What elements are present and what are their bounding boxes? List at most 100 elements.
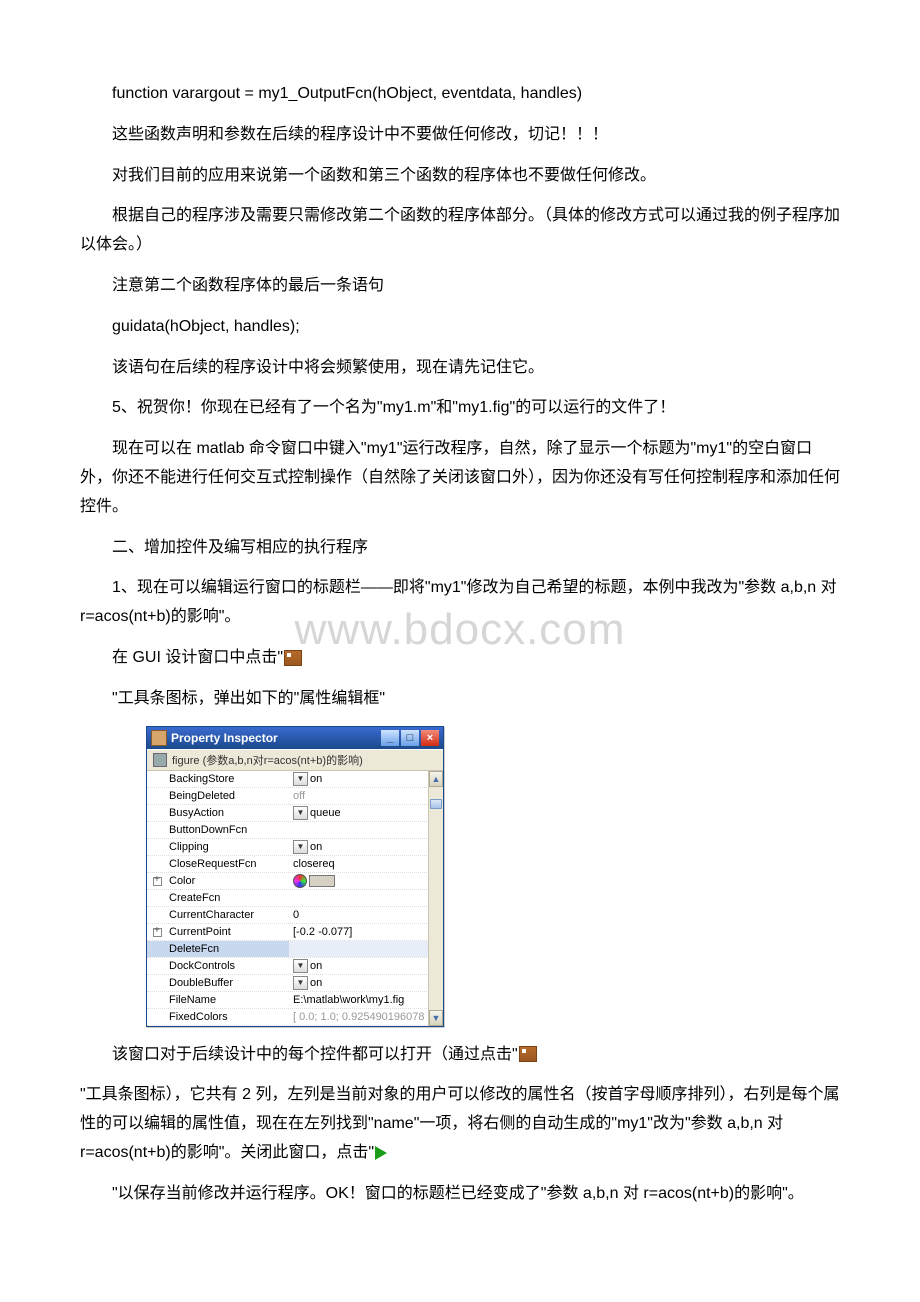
color-picker-icon[interactable]: [293, 874, 307, 888]
paragraph: 该语句在后续的程序设计中将会频繁使用，现在请先记住它。: [80, 354, 840, 383]
property-name: BeingDeleted: [147, 788, 289, 804]
property-name: CurrentCharacter: [147, 907, 289, 923]
property-name: CurrentPoint: [147, 924, 289, 940]
paragraph: 对我们目前的应用来说第一个函数和第三个函数的程序体也不要做任何修改。: [80, 162, 840, 191]
property-name: Clipping: [147, 839, 289, 855]
property-name: DeleteFcn: [147, 941, 289, 957]
paragraph: 在 GUI 设计窗口中点击": [80, 644, 840, 673]
figure-icon: [153, 753, 167, 767]
property-inspector-window: Property Inspector _ □ × figure (参数a,b,n…: [146, 726, 444, 1027]
paragraph: 5、祝贺你！你现在已经有了一个名为"my1.m"和"my1.fig"的可以运行的…: [80, 394, 840, 423]
vertical-scrollbar[interactable]: ▲ ▼: [428, 771, 443, 1026]
inspector-body: BackingStore on BeingDeleted off BusyAction q…: [147, 771, 443, 1026]
dropdown-button[interactable]: [293, 806, 308, 820]
property-value-text: on: [310, 839, 322, 855]
dropdown-button[interactable]: [293, 959, 308, 973]
property-value[interactable]: queue: [289, 805, 429, 821]
dropdown-button[interactable]: [293, 840, 308, 854]
paragraph: 该窗口对于后续设计中的每个控件都可以打开（通过点击": [80, 1041, 840, 1070]
dropdown-button[interactable]: [293, 976, 308, 990]
properties-icon: [519, 1046, 537, 1062]
property-name: FileName: [147, 992, 289, 1008]
paragraph: guidata(hObject, handles);: [80, 313, 840, 342]
text-fragment: 该窗口对于后续设计中的每个控件都可以打开（通过点击": [112, 1046, 518, 1063]
window-titlebar[interactable]: Property Inspector _ □ ×: [147, 727, 443, 749]
property-value[interactable]: on: [289, 958, 429, 974]
property-row[interactable]: FileNameE:\matlab\work\my1.fig: [147, 992, 429, 1009]
scroll-down-button[interactable]: ▼: [429, 1010, 443, 1026]
property-value[interactable]: [289, 941, 429, 957]
text-fragment: 在 GUI 设计窗口中点击": [112, 649, 283, 666]
property-value-text: E:\matlab\work\my1.fig: [293, 992, 404, 1008]
window-app-icon: [151, 730, 167, 746]
window-minimize-button[interactable]: _: [381, 730, 399, 746]
property-value[interactable]: [289, 873, 429, 889]
properties-icon: [284, 650, 302, 666]
property-value[interactable]: on: [289, 975, 429, 991]
property-row[interactable]: BeingDeleted off: [147, 788, 429, 805]
property-value-text: 0: [293, 907, 299, 923]
property-value[interactable]: [289, 890, 429, 906]
window-maximize-button[interactable]: □: [401, 730, 419, 746]
paragraph: "工具条图标），它共有 2 列，左列是当前对象的用户可以修改的属性名（按首字母顺…: [80, 1081, 840, 1167]
inspector-object-label: figure (参数a,b,n对r=acos(nt+b)的影响): [172, 752, 363, 768]
scroll-up-button[interactable]: ▲: [429, 771, 443, 787]
property-value[interactable]: on: [289, 771, 429, 787]
dropdown-button[interactable]: [293, 772, 308, 786]
scroll-track[interactable]: [429, 786, 443, 1011]
property-value[interactable]: [-0.2 -0.077]: [289, 924, 429, 940]
property-name: FixedColors: [147, 1009, 289, 1025]
property-table: BackingStore on BeingDeleted off BusyAction q…: [147, 771, 429, 1026]
property-value-text: queue: [310, 805, 341, 821]
property-value-text: on: [310, 975, 322, 991]
paragraph: 现在可以在 matlab 命令窗口中键入"my1"运行改程序，自然，除了显示一个…: [80, 435, 840, 521]
paragraph: 1、现在可以编辑运行窗口的标题栏——即将"my1"修改为自己希望的标题，本例中我…: [80, 574, 840, 632]
paragraph: 注意第二个函数程序体的最后一条语句: [80, 272, 840, 301]
property-name: Color: [147, 873, 289, 889]
property-name: BusyAction: [147, 805, 289, 821]
property-value-text: [-0.2 -0.077]: [293, 924, 352, 940]
property-row[interactable]: CurrentPoint[-0.2 -0.077]: [147, 924, 429, 941]
scroll-thumb[interactable]: [430, 799, 442, 809]
property-value-text: closereq: [293, 856, 335, 872]
property-row[interactable]: BackingStore on: [147, 771, 429, 788]
paragraph: 二、增加控件及编写相应的执行程序: [80, 534, 840, 563]
document-content: function varargout = my1_OutputFcn(hObje…: [80, 80, 840, 1209]
property-row[interactable]: DockControlson: [147, 958, 429, 975]
property-value[interactable]: 0: [289, 907, 429, 923]
property-row[interactable]: DoubleBuffer on: [147, 975, 429, 992]
property-value-text: on: [310, 771, 322, 787]
property-row[interactable]: Clipping on: [147, 839, 429, 856]
property-value-text: [ 0.0; 1.0; 0.925490196078: [293, 1009, 425, 1025]
paragraph: "工具条图标，弹出如下的"属性编辑框": [80, 685, 840, 714]
property-row[interactable]: FixedColors[ 0.0; 1.0; 0.925490196078: [147, 1009, 429, 1026]
property-value[interactable]: [ 0.0; 1.0; 0.925490196078: [289, 1009, 429, 1025]
property-name: ButtonDownFcn: [147, 822, 289, 838]
property-row[interactable]: CurrentCharacter0: [147, 907, 429, 924]
run-icon: [375, 1146, 387, 1160]
color-swatch[interactable]: [309, 875, 335, 887]
property-row[interactable]: Color: [147, 873, 429, 890]
window-close-button[interactable]: ×: [421, 730, 439, 746]
property-value[interactable]: off: [289, 788, 429, 804]
property-row[interactable]: BusyAction queue: [147, 805, 429, 822]
property-name: BackingStore: [147, 771, 289, 787]
property-value[interactable]: [289, 822, 429, 838]
property-name: CloseRequestFcn: [147, 856, 289, 872]
window-title: Property Inspector: [171, 731, 379, 745]
property-value[interactable]: closereq: [289, 856, 429, 872]
paragraph: function varargout = my1_OutputFcn(hObje…: [80, 80, 840, 109]
paragraph: "以保存当前修改并运行程序。OK！窗口的标题栏已经变成了"参数 a,b,n 对 …: [80, 1180, 840, 1209]
property-name: CreateFcn: [147, 890, 289, 906]
property-value[interactable]: E:\matlab\work\my1.fig: [289, 992, 429, 1008]
inspector-object-bar[interactable]: figure (参数a,b,n对r=acos(nt+b)的影响): [147, 749, 443, 771]
property-row[interactable]: CloseRequestFcnclosereq: [147, 856, 429, 873]
property-row[interactable]: ButtonDownFcn: [147, 822, 429, 839]
property-row[interactable]: CreateFcn: [147, 890, 429, 907]
text-fragment: "工具条图标），它共有 2 列，左列是当前对象的用户可以修改的属性名（按首字母顺…: [80, 1086, 839, 1161]
property-value-text: off: [293, 788, 305, 804]
property-value[interactable]: on: [289, 839, 429, 855]
property-row[interactable]: DeleteFcn: [147, 941, 429, 958]
property-name: DoubleBuffer: [147, 975, 289, 991]
paragraph: 这些函数声明和参数在后续的程序设计中不要做任何修改，切记！！！: [80, 121, 840, 150]
